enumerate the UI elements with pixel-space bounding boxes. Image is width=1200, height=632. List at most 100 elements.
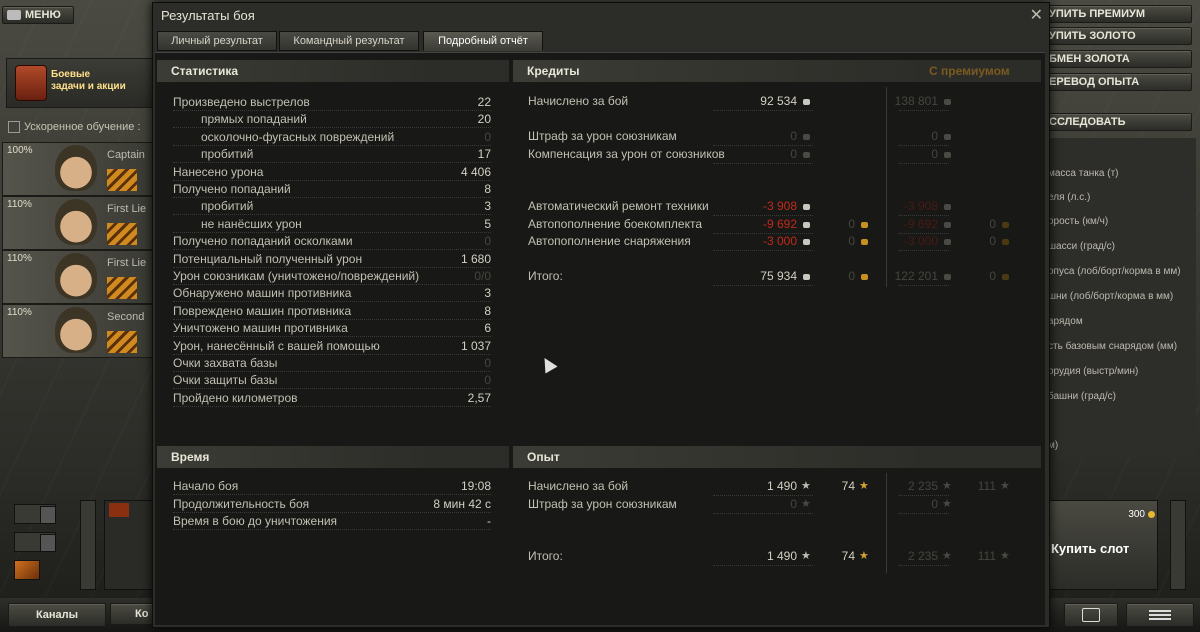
research-button[interactable]: ССЛЕДОВАТЬ bbox=[1046, 113, 1192, 131]
crew-rank: Second bbox=[107, 311, 145, 323]
xp-value: 1 490 bbox=[766, 479, 797, 493]
premium-free-xp-value: 111 bbox=[977, 549, 996, 563]
stats-header: Статистика bbox=[157, 60, 509, 82]
gold-icon bbox=[861, 274, 868, 280]
filter-panel bbox=[14, 504, 76, 584]
premium-dotline bbox=[899, 512, 949, 514]
rank-insignia-icon bbox=[107, 169, 137, 191]
stats-value: 2,57 bbox=[467, 390, 491, 405]
credits-value: -9 692 bbox=[762, 216, 797, 231]
credits-icon bbox=[944, 99, 951, 105]
stats-label: Обнаружено машин противника bbox=[173, 286, 352, 301]
crew-pct: 110% bbox=[7, 307, 32, 318]
credits-icon bbox=[944, 134, 951, 140]
missions-panel[interactable]: Боевые задачи и акции bbox=[6, 58, 158, 108]
stats-row: Получено попаданий 8 bbox=[173, 181, 491, 198]
premium-separator bbox=[886, 473, 887, 573]
crew-member[interactable]: 110% First Lie bbox=[2, 196, 154, 250]
carousel-right-arrow[interactable] bbox=[1170, 500, 1186, 590]
stats-value: 0 bbox=[484, 373, 491, 388]
xp-star-icon: ★ bbox=[801, 480, 811, 492]
xp-dotline bbox=[713, 512, 813, 514]
time-value: 19:08 bbox=[460, 479, 491, 493]
credits-icon bbox=[944, 239, 951, 245]
spec-row: шни (лоб/борт/корма в мм) bbox=[1048, 291, 1174, 302]
premium-credits-value: -9 692 bbox=[903, 216, 938, 231]
premium-dotline bbox=[899, 494, 949, 496]
tab-team[interactable]: Командный результат bbox=[279, 31, 419, 51]
crew-rank: First Lie bbox=[107, 257, 147, 269]
tank-type-icon[interactable] bbox=[14, 560, 40, 580]
chat-button[interactable] bbox=[1064, 603, 1118, 627]
crew-pct: 110% bbox=[7, 199, 32, 210]
premium-header: С премиумом bbox=[929, 64, 1010, 78]
contacts-button[interactable]: Ко bbox=[110, 603, 154, 625]
xp-header: Опыт bbox=[513, 446, 1041, 468]
stats-row: Урон союзникам (уничтожено/повреждений) 0… bbox=[173, 268, 491, 285]
credits-value: -3 908 bbox=[762, 199, 797, 213]
stats-label: Повреждено машин противника bbox=[173, 303, 352, 318]
stats-label: Нанесено урона bbox=[173, 164, 264, 179]
free-xp-icon: ★ bbox=[1000, 550, 1010, 562]
gold-icon bbox=[1002, 274, 1009, 280]
stats-row: осколочно-фугасных повреждений 0 bbox=[173, 129, 491, 146]
menu-button[interactable]: МЕНЮ bbox=[2, 6, 74, 24]
gold-icon bbox=[1148, 511, 1155, 518]
convert-xp-button[interactable]: ЕРЕВОД ОПЫТА bbox=[1046, 73, 1192, 91]
premium-dotline bbox=[899, 249, 949, 251]
crew-member[interactable]: 100% Captain bbox=[2, 142, 154, 196]
notifications-button[interactable] bbox=[1126, 603, 1194, 627]
chevron-down-icon[interactable] bbox=[40, 506, 56, 524]
premium-dotline bbox=[899, 144, 949, 146]
stats-label: Урон, нанесённый с вашей помощью bbox=[173, 338, 380, 353]
spec-row: шасси (град/с) bbox=[1048, 241, 1115, 252]
credits-value: -3 000 bbox=[762, 234, 797, 248]
tab-detailed[interactable]: Подробный отчёт bbox=[423, 31, 543, 51]
crew-rank: First Lie bbox=[107, 203, 147, 215]
accel-label: Ускоренное обучение : bbox=[24, 121, 141, 133]
stats-row: Очки захвата базы 0 bbox=[173, 355, 491, 372]
crew-portrait bbox=[55, 145, 97, 191]
time-label: Начало боя bbox=[173, 479, 239, 493]
time-header: Время bbox=[157, 446, 509, 468]
crew-member[interactable]: 110% Second bbox=[2, 304, 154, 358]
premium-xp-value: 2 235 bbox=[907, 479, 938, 493]
buy-premium-button[interactable]: УПИТЬ ПРЕМИУМ bbox=[1046, 5, 1192, 23]
free-xp-value: 74 bbox=[841, 479, 855, 493]
crew-pct: 110% bbox=[7, 253, 32, 264]
tank-slot[interactable] bbox=[104, 500, 156, 590]
credits-value: 0 bbox=[790, 146, 797, 161]
gold-value: 0 bbox=[848, 269, 855, 283]
buy-slot-card[interactable]: 300 Купить слот bbox=[1048, 500, 1158, 590]
xp-star-icon: ★ bbox=[942, 550, 952, 562]
premium-dotline bbox=[899, 284, 949, 286]
premium-credits-value: 0 bbox=[931, 146, 938, 161]
checkbox-icon[interactable] bbox=[8, 121, 20, 134]
premium-separator bbox=[886, 87, 887, 287]
stats-value: 1 037 bbox=[460, 338, 491, 353]
crew-member[interactable]: 110% First Lie bbox=[2, 250, 154, 304]
xp-star-icon: ★ bbox=[801, 498, 811, 510]
channels-button[interactable]: Каналы bbox=[8, 603, 106, 627]
tab-personal[interactable]: Личный результат bbox=[157, 31, 277, 51]
close-icon[interactable]: ✕ bbox=[1030, 5, 1043, 25]
buy-gold-button[interactable]: УПИТЬ ЗОЛОТО bbox=[1046, 27, 1192, 45]
stats-value: 0/0 bbox=[474, 269, 491, 283]
exchange-gold-button[interactable]: БМЕН ЗОЛОТА bbox=[1046, 50, 1192, 68]
stats-value: 22 bbox=[477, 95, 491, 109]
crew-portrait bbox=[55, 307, 97, 353]
carousel-left-arrow[interactable] bbox=[80, 500, 96, 590]
time-row: Время в бою до уничтожения - bbox=[173, 513, 491, 530]
accelerated-training[interactable]: Ускоренное обучение : bbox=[8, 121, 141, 134]
chat-icon bbox=[1082, 608, 1100, 622]
stats-value: 0 bbox=[484, 129, 491, 144]
crew-portrait bbox=[55, 253, 97, 299]
chevron-down-icon[interactable] bbox=[40, 534, 56, 552]
free-xp-icon: ★ bbox=[859, 550, 869, 562]
stats-value: 5 bbox=[484, 216, 491, 231]
xp-star-icon: ★ bbox=[942, 480, 952, 492]
missions-label-2: задачи и акции bbox=[51, 81, 126, 92]
premium-dotline bbox=[899, 564, 949, 566]
stats-label: Произведено выстрелов bbox=[173, 95, 310, 109]
stats-row: пробитий 17 bbox=[173, 146, 491, 164]
